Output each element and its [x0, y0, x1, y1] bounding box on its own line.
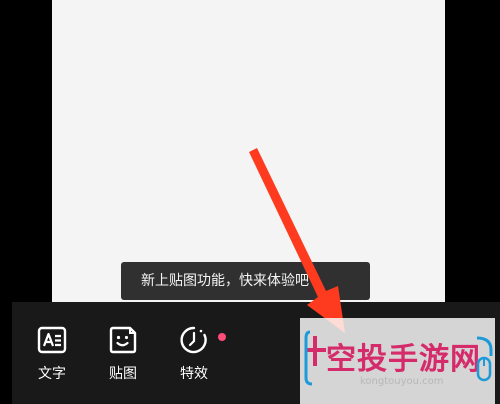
- text-icon: [37, 326, 67, 354]
- mouse-icon: [476, 336, 493, 382]
- watermark-text: 空投手游网: [326, 342, 481, 377]
- watermark-logo: 空投手游网 kongtouyou.com: [300, 318, 495, 404]
- text-tool-button[interactable]: 文字: [22, 325, 82, 383]
- text-tool-label: 文字: [38, 366, 66, 382]
- watermark-url: kongtouyou.com: [360, 376, 444, 387]
- sticker-tool-label: 贴图: [109, 366, 137, 382]
- sticker-feature-tooltip: 新上贴图功能，快来体验吧: [121, 262, 370, 300]
- new-badge-dot: [218, 333, 226, 341]
- effect-tool-button[interactable]: 特效: [164, 325, 224, 383]
- effect-icon: [180, 326, 207, 354]
- tooltip-text: 新上贴图功能，快来体验吧: [141, 273, 309, 289]
- sticker-tool-button[interactable]: 贴图: [93, 325, 153, 383]
- editing-canvas[interactable]: [52, 0, 445, 302]
- effect-tool-label: 特效: [180, 366, 208, 382]
- sticker-icon: [109, 326, 137, 354]
